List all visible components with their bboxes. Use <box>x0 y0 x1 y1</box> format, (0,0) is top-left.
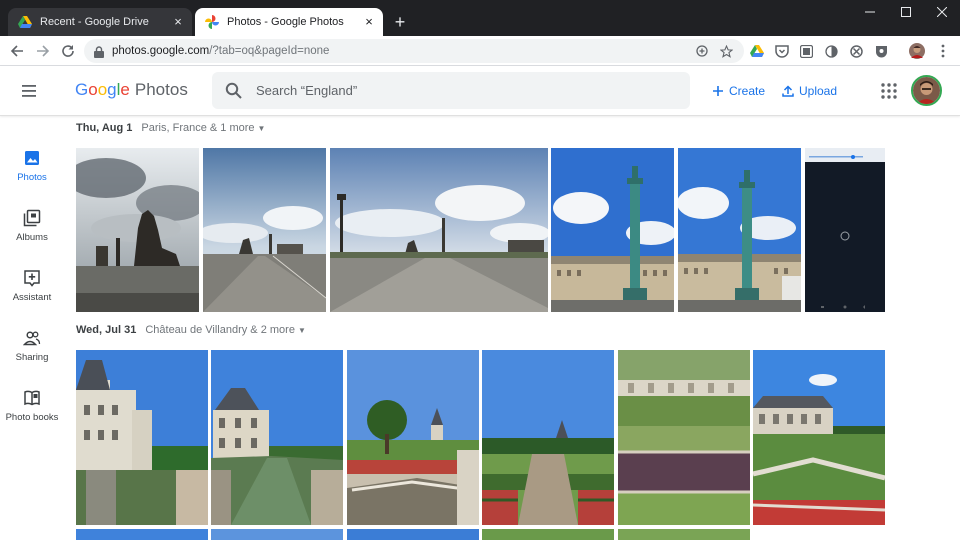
browser-toolbar: photos.google.com/?tab=oq&pageId=none <box>0 36 960 66</box>
blocker-extension-icon[interactable] <box>847 42 865 60</box>
nav-item-sharing[interactable]: Sharing <box>0 327 64 377</box>
create-button[interactable]: Create <box>711 82 765 100</box>
photo-thumbnail[interactable] <box>805 148 885 312</box>
forward-icon[interactable] <box>32 40 54 62</box>
photo-thumbnail[interactable] <box>76 350 208 525</box>
app-header: Google Photos Create Upload <box>0 66 960 116</box>
section-location-link[interactable]: Paris, France & 1 more <box>141 122 254 134</box>
nav-item-assistant[interactable]: Assistant <box>0 267 64 317</box>
nav-item-albums[interactable]: Albums <box>0 207 64 257</box>
photo-grid: Thu, Aug 1 Paris, France & 1 more ▼ Wed,… <box>76 117 960 540</box>
new-tab-button[interactable]: + <box>389 11 411 33</box>
photo-thumbnail[interactable] <box>347 350 479 525</box>
url-host: photos.google.com <box>112 45 210 57</box>
photo-thumbnail[interactable] <box>211 350 343 525</box>
close-window-icon[interactable] <box>924 0 960 24</box>
logo-product-name: Photos <box>134 80 188 99</box>
url-text: photos.google.com/?tab=oq&pageId=none <box>112 45 329 57</box>
photo-thumbnail[interactable] <box>618 529 750 540</box>
chrome-menu-icon[interactable] <box>934 42 952 60</box>
section-date: Thu, Aug 1 <box>76 122 133 134</box>
address-bar[interactable]: photos.google.com/?tab=oq&pageId=none <box>84 39 744 63</box>
photo-thumbnail[interactable] <box>551 148 674 312</box>
date-section-header: Wed, Jul 31 Château de Villandry & 2 mor… <box>76 320 306 340</box>
lock-icon <box>94 45 104 58</box>
nav-label: Albums <box>16 232 48 243</box>
browser-tab-bar: Recent - Google Drive × Photos - Google … <box>0 0 960 36</box>
chevron-down-icon[interactable]: ▼ <box>258 124 266 133</box>
tab-google-drive[interactable]: Recent - Google Drive × <box>8 8 192 36</box>
section-location-link[interactable]: Château de Villandry & 2 more <box>145 324 295 336</box>
tab-title: Photos - Google Photos <box>227 16 344 28</box>
photo-thumbnail[interactable] <box>203 148 326 312</box>
close-tab-icon[interactable]: × <box>170 14 186 30</box>
minimize-icon[interactable] <box>852 0 888 24</box>
create-label: Create <box>729 84 766 98</box>
photo-thumbnail[interactable] <box>211 529 343 540</box>
reload-icon[interactable] <box>57 40 79 62</box>
logo-letter: G <box>75 80 89 99</box>
account-avatar[interactable] <box>911 75 942 106</box>
photo-thumbnail[interactable] <box>347 529 479 540</box>
extension-square-icon[interactable] <box>797 42 815 60</box>
logo-letter: e <box>120 80 130 99</box>
photo-thumbnail[interactable] <box>482 350 614 525</box>
back-icon[interactable] <box>6 40 28 62</box>
google-photos-logo[interactable]: Google Photos <box>75 80 188 100</box>
albums-icon <box>23 209 41 227</box>
assistant-icon <box>23 269 41 287</box>
chevron-down-icon[interactable]: ▼ <box>298 326 306 335</box>
tab-google-photos[interactable]: Photos - Google Photos × <box>195 8 383 36</box>
url-path: /?tab=oq&pageId=none <box>209 45 330 57</box>
search-bar[interactable] <box>212 72 690 109</box>
shield-extension-icon[interactable] <box>872 42 890 60</box>
pocket-icon[interactable] <box>773 42 791 60</box>
close-tab-icon[interactable]: × <box>361 14 377 30</box>
upload-icon <box>781 84 795 98</box>
nav-label: Assistant <box>12 292 52 303</box>
photo-books-icon <box>23 389 41 407</box>
tab-title: Recent - Google Drive <box>40 16 149 28</box>
nav-item-photo-books[interactable]: Photo books <box>0 387 64 437</box>
maximize-icon[interactable] <box>888 0 924 24</box>
google-drive-extension-icon[interactable] <box>748 42 766 60</box>
photo-thumbnail[interactable] <box>76 148 199 312</box>
upload-label: Upload <box>799 84 838 98</box>
profile-avatar-small[interactable] <box>908 42 926 60</box>
bookmark-star-icon[interactable] <box>716 39 736 63</box>
nav-item-photos[interactable]: Photos <box>0 147 64 197</box>
google-drive-icon <box>18 15 32 29</box>
photo-thumbnail[interactable] <box>330 148 548 312</box>
nav-label: Photos <box>17 172 47 183</box>
photo-thumbnail[interactable] <box>76 529 208 540</box>
nav-label: Sharing <box>15 352 49 363</box>
photo-icon <box>23 149 41 167</box>
logo-letter: g <box>107 80 117 99</box>
search-icon[interactable] <box>224 81 244 101</box>
plus-icon <box>711 84 725 98</box>
date-section-header: Thu, Aug 1 Paris, France & 1 more ▼ <box>76 118 265 138</box>
google-apps-icon[interactable] <box>880 82 898 100</box>
search-input[interactable] <box>256 83 656 98</box>
photo-thumbnail[interactable] <box>618 350 750 525</box>
section-date: Wed, Jul 31 <box>76 324 137 336</box>
upload-button[interactable]: Upload <box>781 82 837 100</box>
photo-thumbnail[interactable] <box>753 350 885 525</box>
photo-thumbnail[interactable] <box>678 148 801 312</box>
add-icon[interactable] <box>692 39 712 63</box>
google-photos-icon <box>205 15 219 29</box>
main-menu-icon[interactable] <box>20 81 42 101</box>
logo-letter: o <box>97 80 108 99</box>
nav-label: Photo books <box>5 412 59 423</box>
side-navigation: Photos Albums Assistant Sharing Photo bo… <box>0 117 64 540</box>
sharing-icon <box>22 329 41 347</box>
photo-thumbnail[interactable] <box>482 529 614 540</box>
half-moon-extension-icon[interactable] <box>822 42 840 60</box>
logo-letter: o <box>88 80 98 99</box>
